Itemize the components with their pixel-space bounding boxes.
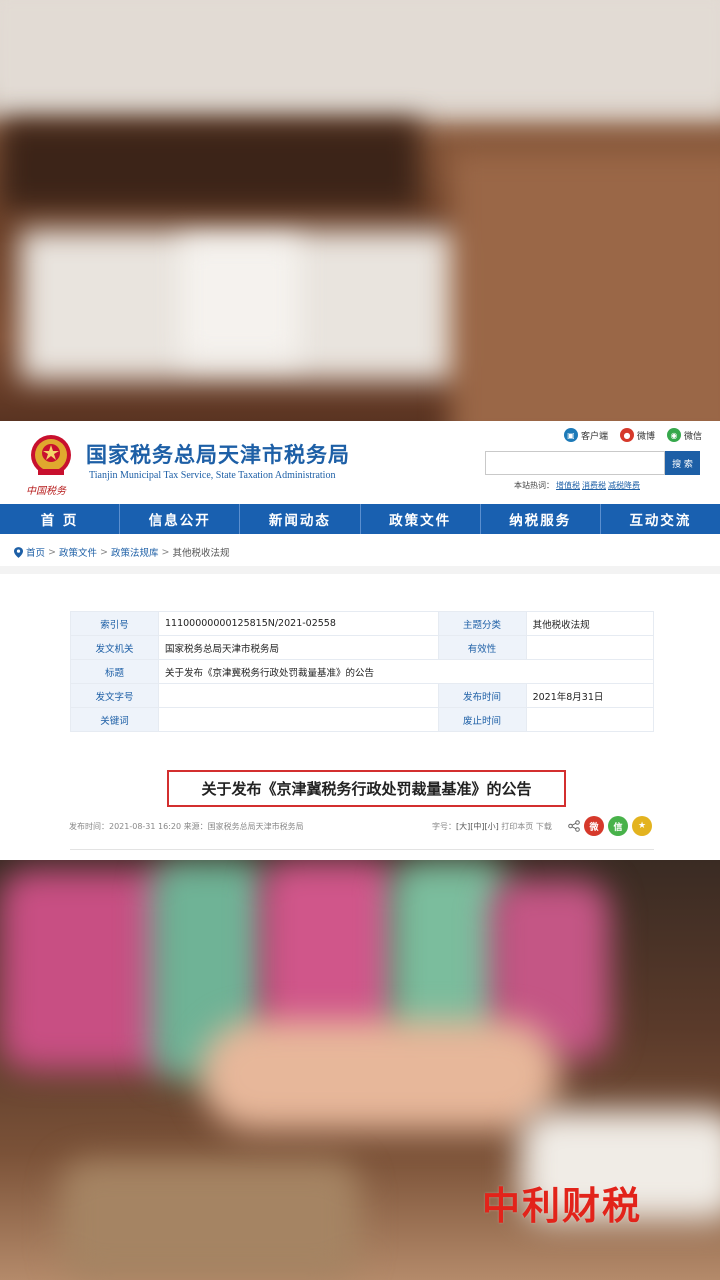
watermark-logo: 中利财税 (481, 1184, 642, 1228)
weibo-icon: ● (619, 428, 634, 442)
docno-label: 发文字号 (70, 683, 159, 708)
print-button[interactable]: 打印本页 (501, 822, 533, 831)
emblem-caption: 中国税务 (26, 486, 66, 497)
top-links: ▣ 客户端 ● 微博 ◉ 微信 (563, 428, 702, 442)
nav-item-service[interactable]: 纳税服务 (481, 504, 601, 534)
site-header: 中国税务 国家税务总局天津市税务局 Tianjin Municipal Tax … (0, 421, 720, 504)
font-size-label: 字号： (432, 822, 456, 831)
index-label: 索引号 (70, 611, 159, 636)
abolish-label: 废止时间 (437, 707, 527, 732)
website-screenshot: 中国税务 国家税务总局天津市税务局 Tianjin Municipal Tax … (0, 421, 720, 860)
pubtime-value: 2021年8月31日 (525, 683, 655, 708)
top-link-weibo[interactable]: ● 微博 (619, 428, 655, 442)
metadata-table: 索引号 11100000000125815N/2021-02558 主题分类 其… (70, 611, 655, 732)
title-label: 标题 (70, 659, 159, 684)
index-value: 11100000000125815N/2021-02558 (158, 611, 439, 636)
favorite-icon[interactable]: ★ (632, 816, 652, 836)
hot-term-link[interactable]: 消费税 (582, 481, 606, 490)
top-link-label: 微博 (636, 431, 655, 442)
hot-term-link[interactable]: 减税降费 (608, 481, 640, 490)
share-bar: 微 信 ★ (568, 816, 652, 836)
validity-label: 有效性 (437, 635, 527, 660)
top-link-label: 客户端 (580, 431, 608, 442)
publish-info: 发布时间：2021-08-31 16:20 来源：国家税务总局天津市税务局 (69, 822, 304, 831)
top-link-wechat[interactable]: ◉ 微信 (666, 428, 702, 442)
document-title: 关于发布《京津冀税务行政处罚裁量基准》的公告 (167, 770, 566, 807)
breadcrumb-policy[interactable]: 政策文件 (59, 545, 97, 559)
site-subtitle: Tianjin Municipal Tax Service, State Tax… (89, 470, 336, 481)
hot-terms: 本站热词： 增值税 消费税 减税降费 (514, 480, 640, 491)
nav-item-home[interactable]: 首 页 (0, 504, 121, 534)
breadcrumb-separator: > (48, 546, 56, 558)
abolish-value (525, 707, 655, 732)
breadcrumb: 首页 > 政策文件 > 政策法规库 > 其他税收法规 (14, 545, 229, 559)
background-photo-top (0, 0, 720, 421)
nav-item-news[interactable]: 新闻动态 (240, 504, 361, 534)
hot-term-link[interactable]: 增值税 (556, 481, 580, 490)
nav-item-interact[interactable]: 互动交流 (601, 504, 720, 534)
top-link-client[interactable]: ▣ 客户端 (563, 428, 608, 442)
issuer-value: 国家税务总局天津市税务局 (158, 635, 439, 660)
main-nav: 首 页 信息公开 新闻动态 政策文件 纳税服务 互动交流 (0, 504, 720, 534)
docno-value (158, 683, 439, 708)
section-divider (0, 566, 720, 574)
table-row: 标题 关于发布《京津冀税务行政处罚裁量基准》的公告 (70, 659, 654, 684)
top-link-label: 微信 (683, 431, 702, 442)
table-row: 索引号 11100000000125815N/2021-02558 主题分类 其… (70, 611, 655, 636)
bottom-divider (70, 849, 654, 850)
wechat-share-icon[interactable]: 信 (608, 816, 628, 836)
wechat-icon: ◉ (666, 428, 681, 442)
download-button[interactable]: 下载 (536, 822, 552, 831)
nav-item-policy[interactable]: 政策文件 (361, 504, 481, 534)
share-icon[interactable] (568, 820, 580, 832)
font-medium-button[interactable]: [中] (470, 822, 484, 831)
location-pin-icon (14, 546, 23, 558)
font-size-controls: 字号：[大][中][小] 打印本页 下载 (432, 821, 552, 832)
keyword-label: 关键词 (70, 707, 159, 732)
font-large-button[interactable]: [大] (456, 822, 470, 831)
topic-label: 主题分类 (437, 611, 527, 636)
breadcrumb-separator: > (161, 546, 170, 558)
breadcrumb-separator: > (100, 546, 108, 558)
national-emblem-icon (31, 435, 71, 475)
hot-terms-label: 本站热词： (514, 481, 554, 490)
table-row: 发文字号 发布时间 2021年8月31日 (70, 683, 655, 708)
client-icon: ▣ (563, 428, 578, 442)
validity-value (525, 635, 655, 660)
table-row: 关键词 废止时间 (70, 707, 655, 732)
search-input[interactable] (485, 451, 665, 475)
site-title[interactable]: 国家税务总局天津市税务局 (86, 439, 350, 469)
font-small-button[interactable]: [小] (485, 822, 499, 831)
breadcrumb-home[interactable]: 首页 (26, 545, 45, 559)
nav-item-info[interactable]: 信息公开 (120, 504, 241, 534)
table-row: 发文机关 国家税务总局天津市税务局 有效性 (70, 635, 655, 660)
breadcrumb-library[interactable]: 政策法规库 (111, 545, 159, 559)
pubtime-label: 发布时间 (437, 683, 527, 708)
keyword-value (158, 707, 439, 732)
title-value: 关于发布《京津冀税务行政处罚裁量基准》的公告 (158, 659, 654, 684)
search-button[interactable]: 搜 索 (665, 451, 700, 475)
issuer-label: 发文机关 (70, 635, 159, 660)
weibo-share-icon[interactable]: 微 (584, 816, 604, 836)
breadcrumb-current: 其他税收法规 (172, 548, 230, 559)
topic-value: 其他税收法规 (525, 611, 655, 636)
